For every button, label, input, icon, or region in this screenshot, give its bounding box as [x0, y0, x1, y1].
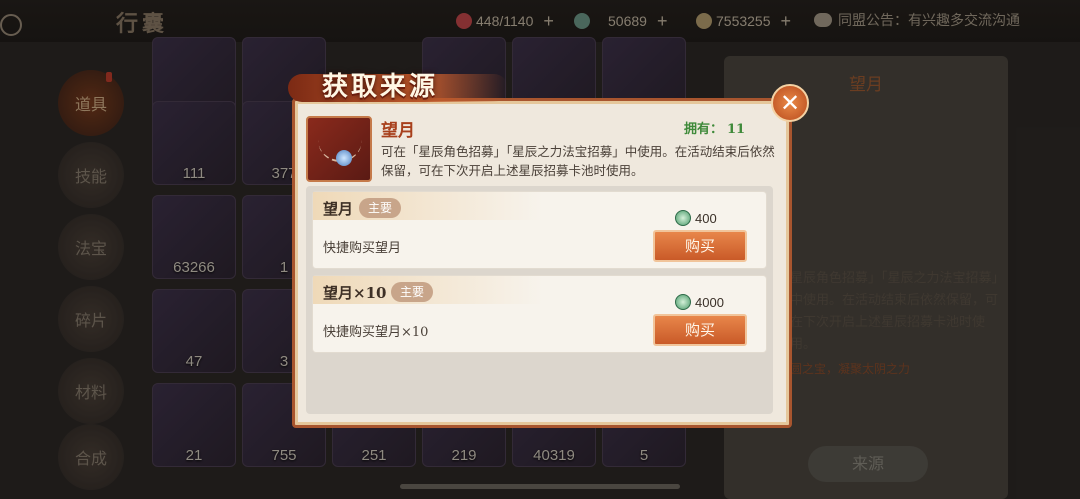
primary-tag: 主要: [359, 198, 402, 218]
option-price: 400: [675, 210, 717, 226]
option-name: 望月×10: [323, 284, 387, 302]
item-name: 望月: [381, 121, 415, 141]
dialog-title-banner: 获取来源: [288, 66, 508, 106]
owned-label: 拥有：: [684, 122, 724, 137]
item-icon: [306, 116, 372, 182]
price-value: 400: [695, 210, 717, 226]
source-option: 望月×10 主要 4000 快捷购买望月×10 购买: [312, 275, 767, 353]
primary-tag: 主要: [391, 282, 434, 302]
item-description: 可在「星辰角色招募」「星辰之力法宝招募」中使用。在活动结束后依然保留，可在下次开…: [381, 144, 775, 178]
buy-button[interactable]: 购买: [653, 230, 747, 262]
option-name: 望月: [323, 200, 354, 218]
owned-value: 11: [727, 122, 746, 137]
dialog-title: 获取来源: [322, 72, 439, 102]
option-description: 快捷购买望月: [323, 241, 402, 256]
owned-count: 拥有： 11: [684, 118, 745, 137]
price-value: 4000: [695, 294, 724, 310]
option-price: 4000: [675, 294, 724, 310]
jade-coin-icon: [675, 294, 691, 310]
buy-button[interactable]: 购买: [653, 314, 747, 346]
gem-icon: [336, 150, 352, 166]
source-option: 望月 主要 400 快捷购买望月 购买: [312, 191, 767, 269]
jade-coin-icon: [675, 210, 691, 226]
close-button[interactable]: ✕: [771, 84, 809, 122]
option-description: 快捷购买望月×10: [323, 325, 429, 340]
